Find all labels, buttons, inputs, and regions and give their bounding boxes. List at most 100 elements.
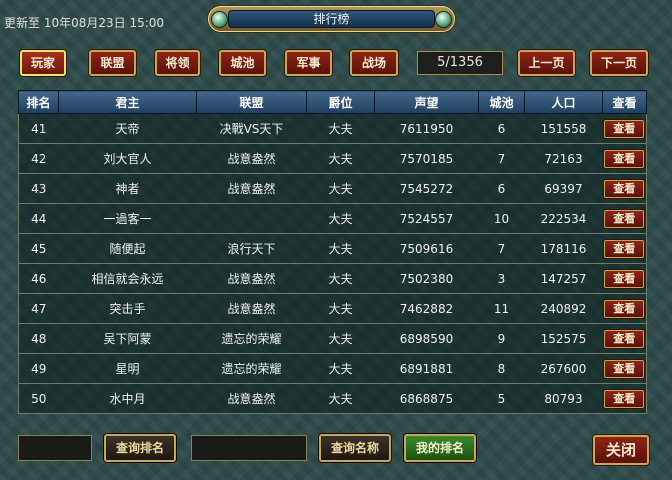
table-row: 50 水中月 战意盎然 大夫 6868875 5 80793 查看 (18, 383, 647, 414)
prestige-cell: 7570185 (374, 143, 479, 174)
title-cell: 大夫 (306, 383, 375, 414)
lord-cell: 吴下阿蒙 (58, 323, 197, 354)
page-indicator: 5/1356 (417, 51, 503, 75)
title-cell: 大夫 (306, 293, 375, 324)
view-button[interactable]: 查看 (604, 269, 645, 288)
my-rank-button[interactable]: 我的排名 (404, 434, 476, 462)
lord-cell: 一過客一 (58, 203, 197, 234)
title-knob-left-icon (211, 11, 228, 28)
population-cell: 152575 (524, 323, 603, 354)
cities-cell: 7 (478, 143, 525, 174)
name-query-input[interactable] (191, 435, 307, 461)
table-row: 45 随便起 浪行天下 大夫 7509616 7 178116 查看 (18, 233, 647, 264)
title-cell: 大夫 (306, 203, 375, 234)
tab-players[interactable]: 玩家 (20, 50, 66, 76)
column-header-rank: 排名 (18, 90, 59, 114)
table-row: 48 吴下阿蒙 遗忘的荣耀 大夫 6898590 9 152575 查看 (18, 323, 647, 354)
population-cell: 222534 (524, 203, 603, 234)
cities-cell: 6 (478, 113, 525, 144)
prestige-cell: 6891881 (374, 353, 479, 384)
column-header-lord: 君主 (58, 90, 197, 114)
alliance-cell: 战意盎然 (196, 173, 307, 204)
query-name-button[interactable]: 查询名称 (319, 434, 391, 462)
update-timestamp: 更新至 10年08月23日 15:00 (4, 16, 165, 30)
lord-cell: 水中月 (58, 383, 197, 414)
prestige-cell: 7462882 (374, 293, 479, 324)
column-header-prestige: 声望 (374, 90, 479, 114)
view-button[interactable]: 查看 (604, 209, 645, 228)
prestige-cell: 7524557 (374, 203, 479, 234)
prestige-cell: 7502380 (374, 263, 479, 294)
column-header-alliance: 联盟 (196, 90, 307, 114)
population-cell: 151558 (524, 113, 603, 144)
prestige-cell: 7545272 (374, 173, 479, 204)
alliance-cell: 战意盎然 (196, 293, 307, 324)
ranking-table: 排名 君主 联盟 爵位 声望 城池 人口 查看 41 天帝 决戰VS天下 大夫 … (18, 90, 647, 414)
rank-cell: 45 (18, 233, 59, 264)
population-cell: 69397 (524, 173, 603, 204)
view-button[interactable]: 查看 (604, 179, 645, 198)
tab-alliances[interactable]: 联盟 (89, 50, 136, 76)
view-button[interactable]: 查看 (604, 119, 645, 138)
rank-cell: 43 (18, 173, 59, 204)
view-button[interactable]: 查看 (604, 329, 645, 348)
tab-battlefield[interactable]: 战场 (350, 50, 398, 76)
rank-query-input[interactable] (18, 435, 92, 461)
next-page-button[interactable]: 下一页 (590, 50, 648, 76)
title-cell: 大夫 (306, 143, 375, 174)
table-row: 46 相信就会永远 战意盎然 大夫 7502380 3 147257 查看 (18, 263, 647, 294)
table-header-row: 排名 君主 联盟 爵位 声望 城池 人口 查看 (18, 90, 647, 114)
prestige-cell: 6898590 (374, 323, 479, 354)
table-row: 41 天帝 决戰VS天下 大夫 7611950 6 151558 查看 (18, 113, 647, 144)
title-banner: 排行榜 (208, 6, 455, 32)
rank-cell: 41 (18, 113, 59, 144)
lord-cell: 天帝 (58, 113, 197, 144)
rank-cell: 42 (18, 143, 59, 174)
lord-cell: 神者 (58, 173, 197, 204)
table-row: 43 神者 战意盎然 大夫 7545272 6 69397 查看 (18, 173, 647, 204)
rank-cell: 46 (18, 263, 59, 294)
tab-generals[interactable]: 将领 (155, 50, 200, 76)
table-row: 44 一過客一 大夫 7524557 10 222534 查看 (18, 203, 647, 234)
rank-cell: 44 (18, 203, 59, 234)
column-header-cities: 城池 (478, 90, 525, 114)
view-button[interactable]: 查看 (604, 299, 645, 318)
prev-page-button[interactable]: 上一页 (518, 50, 575, 76)
tab-cities[interactable]: 城池 (219, 50, 266, 76)
alliance-cell: 战意盎然 (196, 383, 307, 414)
prestige-cell: 7509616 (374, 233, 479, 264)
lord-cell: 随便起 (58, 233, 197, 264)
prestige-cell: 7611950 (374, 113, 479, 144)
view-button[interactable]: 查看 (604, 149, 645, 168)
alliance-cell: 遗忘的荣耀 (196, 353, 307, 384)
cities-cell: 9 (478, 323, 525, 354)
cities-cell: 7 (478, 233, 525, 264)
population-cell: 72163 (524, 143, 603, 174)
alliance-cell: 浪行天下 (196, 233, 307, 264)
cities-cell: 5 (478, 383, 525, 414)
cities-cell: 8 (478, 353, 525, 384)
title-cell: 大夫 (306, 233, 375, 264)
lord-cell: 星明 (58, 353, 197, 384)
view-button[interactable]: 查看 (604, 239, 645, 258)
title-cell: 大夫 (306, 113, 375, 144)
tab-military[interactable]: 军事 (285, 50, 332, 76)
alliance-cell: 决戰VS天下 (196, 113, 307, 144)
rank-cell: 47 (18, 293, 59, 324)
alliance-cell: 战意盎然 (196, 263, 307, 294)
rank-cell: 48 (18, 323, 59, 354)
query-rank-button[interactable]: 查询排名 (104, 434, 176, 462)
lord-cell: 刘大官人 (58, 143, 197, 174)
view-button[interactable]: 查看 (604, 389, 645, 408)
rank-cell: 49 (18, 353, 59, 384)
title-cell: 大夫 (306, 173, 375, 204)
alliance-cell: 遗忘的荣耀 (196, 323, 307, 354)
population-cell: 267600 (524, 353, 603, 384)
table-row: 42 刘大官人 战意盎然 大夫 7570185 7 72163 查看 (18, 143, 647, 174)
rank-cell: 50 (18, 383, 59, 414)
column-header-view: 查看 (602, 90, 647, 114)
table-row: 47 突击手 战意盎然 大夫 7462882 11 240892 查看 (18, 293, 647, 324)
close-button[interactable]: 关闭 (593, 435, 649, 465)
cities-cell: 10 (478, 203, 525, 234)
view-button[interactable]: 查看 (604, 359, 645, 378)
